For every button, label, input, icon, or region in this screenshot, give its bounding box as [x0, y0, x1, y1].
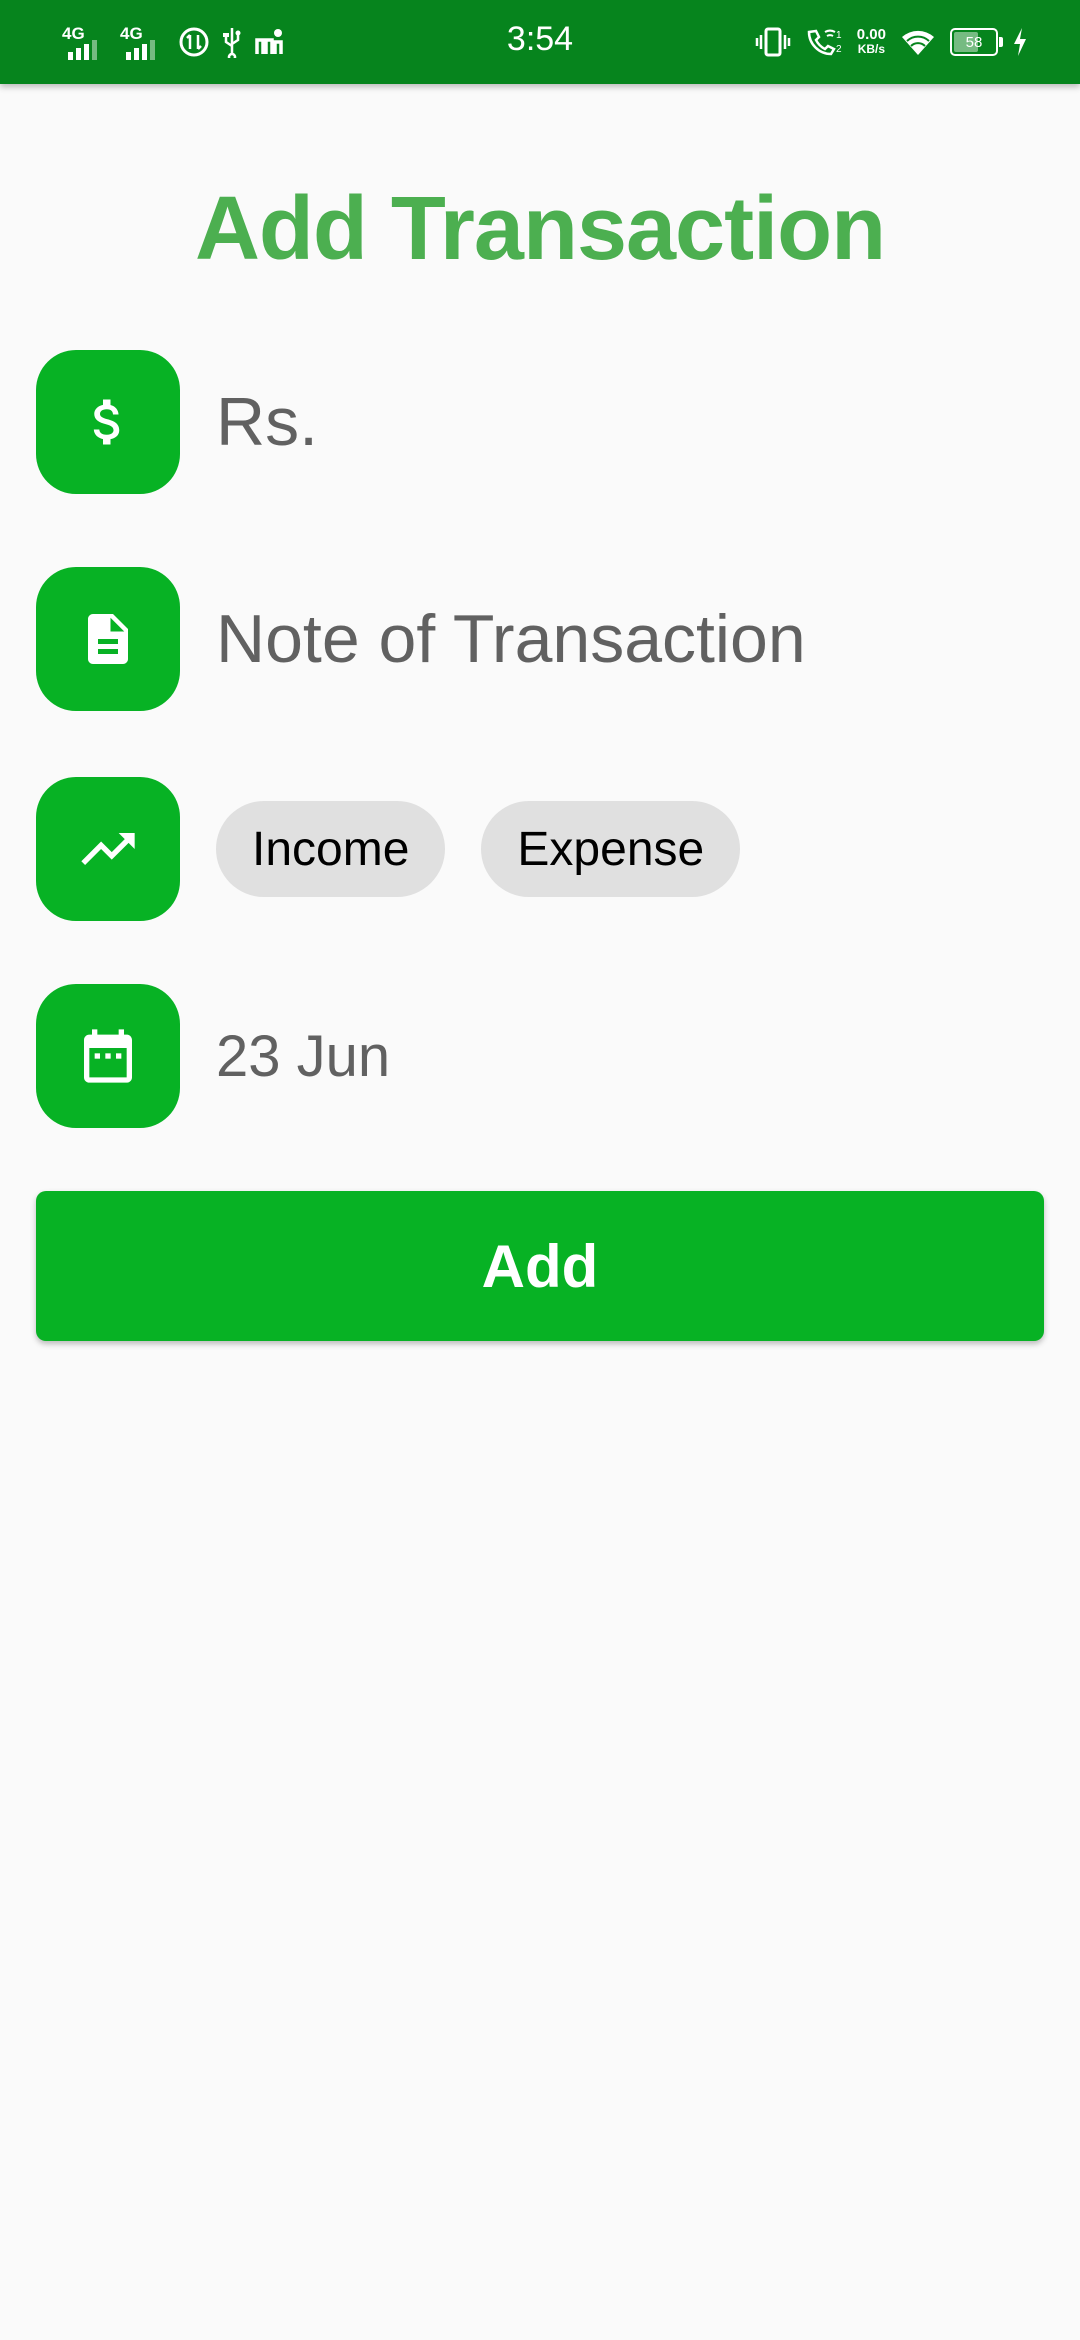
data-speed: 0.00 KB/s: [857, 27, 886, 57]
battery-icon: 58: [950, 28, 1003, 56]
wifi-calling-icon: 1 2: [807, 29, 842, 56]
svg-text:2: 2: [836, 44, 842, 55]
type-row: Income Expense: [36, 777, 741, 921]
status-bar: 4G 4G 3:54 1 2 0.00 KB/s 58: [0, 0, 1080, 84]
add-button[interactable]: Add: [36, 1191, 1044, 1341]
charging-icon: [1014, 28, 1026, 56]
data-speed-value: 0.00: [856, 26, 886, 43]
status-right-icons: 1 2 0.00 KB/s 58: [755, 18, 1028, 66]
note-input[interactable]: Note of Transaction: [216, 600, 806, 678]
page-title: Add Transaction: [194, 179, 886, 279]
trending-up-icon: [81, 833, 135, 865]
chip-expense[interactable]: Expense: [481, 801, 741, 897]
wifi-icon: [902, 30, 934, 55]
amount-input[interactable]: Rs.: [216, 383, 318, 461]
battery-level: 58: [965, 33, 983, 51]
type-icon-box: [36, 777, 180, 921]
vibrate-icon: [755, 27, 791, 57]
date-row: 23 Jun: [36, 984, 390, 1128]
amount-row: Rs.: [36, 350, 318, 494]
note-row: Note of Transaction: [36, 567, 806, 711]
transaction-type-chips: Income Expense: [216, 801, 741, 897]
data-speed-unit: KB/s: [857, 42, 886, 56]
date-picker[interactable]: 23 Jun: [216, 1023, 390, 1090]
calendar-icon: [84, 1029, 132, 1083]
amount-icon-box: [36, 350, 180, 494]
date-icon-box: [36, 984, 180, 1128]
svg-text:1: 1: [836, 30, 842, 41]
note-icon-box: [36, 567, 180, 711]
chip-income[interactable]: Income: [216, 801, 446, 897]
dollar-icon: [93, 399, 120, 445]
document-icon: [88, 614, 128, 664]
